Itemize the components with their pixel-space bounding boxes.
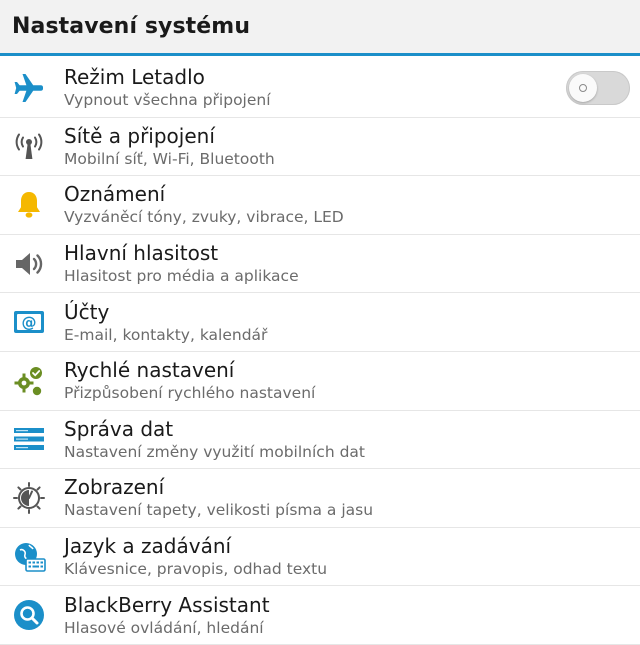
page-title: Nastavení systému (12, 14, 251, 39)
settings-item-display[interactable]: Zobrazení Nastavení tapety, velikosti pí… (0, 469, 640, 528)
speaker-icon (12, 247, 46, 281)
settings-item-volume[interactable]: Hlavní hlasitost Hlasitost pro média a a… (0, 235, 640, 294)
item-title: Účty (64, 299, 110, 324)
svg-text:@: @ (22, 314, 37, 332)
settings-item-data[interactable]: Správa dat Nastavení změny využití mobil… (0, 411, 640, 470)
globe-keyboard-icon (12, 540, 46, 574)
item-subtitle: Vyzváněcí tóny, zvuky, vibrace, LED (64, 208, 344, 227)
toggle-knob (569, 73, 597, 102)
gears-check-icon (12, 364, 46, 398)
item-title: BlackBerry Assistant (64, 592, 270, 617)
item-subtitle: Přizpůsobení rychlého nastavení (64, 384, 316, 403)
settings-item-networks[interactable]: Sítě a připojení Mobilní síť, Wi-Fi, Blu… (0, 118, 640, 177)
title-bar: Nastavení systému (0, 0, 640, 56)
settings-item-assistant[interactable]: BlackBerry Assistant Hlasové ovládání, h… (0, 586, 640, 645)
item-subtitle: Vypnout všechna připojení (64, 91, 271, 110)
display-brightness-icon (12, 481, 46, 515)
assistant-search-icon (12, 598, 46, 632)
item-title: Režim Letadlo (64, 65, 205, 90)
settings-item-accounts[interactable]: @ Účty E-mail, kontakty, kalendář (0, 293, 640, 352)
settings-item-notifications[interactable]: Oznámení Vyzváněcí tóny, zvuky, vibrace,… (0, 176, 640, 235)
data-stack-icon (12, 422, 46, 456)
item-title: Rychlé nastavení (64, 358, 235, 383)
item-subtitle: Nastavení změny využití mobilních dat (64, 442, 365, 461)
item-subtitle: Hlasové ovládání, hledání (64, 618, 264, 637)
antenna-icon (12, 129, 46, 163)
item-title: Správa dat (64, 416, 174, 441)
bell-icon (12, 188, 46, 222)
item-subtitle: Mobilní síť, Wi-Fi, Bluetooth (64, 149, 275, 168)
item-title: Hlavní hlasitost (64, 241, 219, 266)
item-subtitle: Nastavení tapety, velikosti písma a jasu (64, 501, 374, 520)
settings-item-quick-settings[interactable]: Rychlé nastavení Přizpůsobení rychlého n… (0, 352, 640, 411)
settings-item-language[interactable]: Jazyk a zadávání Klávesnice, pravopis, o… (0, 528, 640, 587)
item-title: Jazyk a zadávání (64, 534, 232, 559)
item-title: Oznámení (64, 182, 166, 207)
airplane-mode-toggle[interactable] (566, 70, 630, 105)
item-title: Zobrazení (64, 475, 165, 500)
item-subtitle: Klávesnice, pravopis, odhad textu (64, 560, 328, 579)
item-subtitle: Hlasitost pro média a aplikace (64, 267, 299, 286)
email-at-icon: @ (12, 305, 46, 339)
item-title: Sítě a připojení (64, 123, 215, 148)
airplane-icon (12, 71, 46, 105)
settings-list: Režim Letadlo Vypnout všechna připojení … (0, 59, 640, 645)
settings-item-airplane[interactable]: Režim Letadlo Vypnout všechna připojení (0, 59, 640, 118)
item-subtitle: E-mail, kontakty, kalendář (64, 325, 268, 344)
